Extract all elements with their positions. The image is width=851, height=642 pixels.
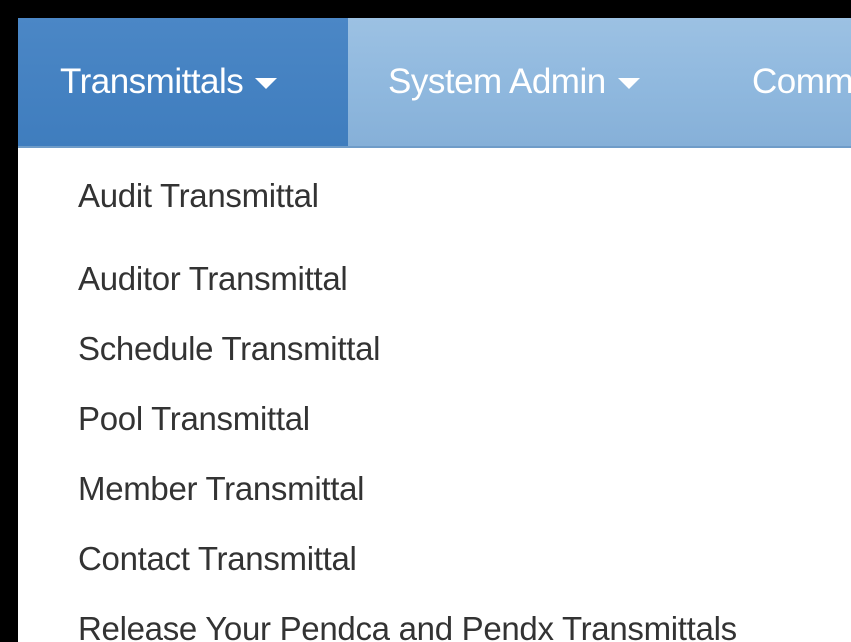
nav-system-admin-label: System Admin [388,62,606,101]
chevron-down-icon [255,77,278,89]
nav-system-admin[interactable]: System Admin [348,18,640,146]
top-navbar: Transmittals System Admin Comm [18,18,851,148]
nav-comm[interactable]: Comm [734,18,851,146]
menu-item-member-transmittal[interactable]: Member Transmittal [18,454,851,524]
menu-item-release-pendca-pendx[interactable]: Release Your Pendca and Pendx Transmitta… [18,594,851,642]
nav-transmittals[interactable]: Transmittals [18,18,348,146]
nav-comm-label: Comm [752,62,851,101]
menu-item-schedule-transmittal[interactable]: Schedule Transmittal [18,314,851,384]
chevron-down-icon [617,77,640,89]
transmittals-dropdown-menu: Audit Transmittal Auditor Transmittal Sc… [18,148,851,642]
menu-item-contact-transmittal[interactable]: Contact Transmittal [18,524,851,594]
app-window: Transmittals System Admin Comm Audit Tra… [18,18,851,642]
nav-transmittals-label: Transmittals [60,62,244,101]
menu-item-pool-transmittal[interactable]: Pool Transmittal [18,384,851,454]
menu-item-audit-transmittal[interactable]: Audit Transmittal [18,148,851,244]
menu-item-auditor-transmittal[interactable]: Auditor Transmittal [18,244,851,314]
